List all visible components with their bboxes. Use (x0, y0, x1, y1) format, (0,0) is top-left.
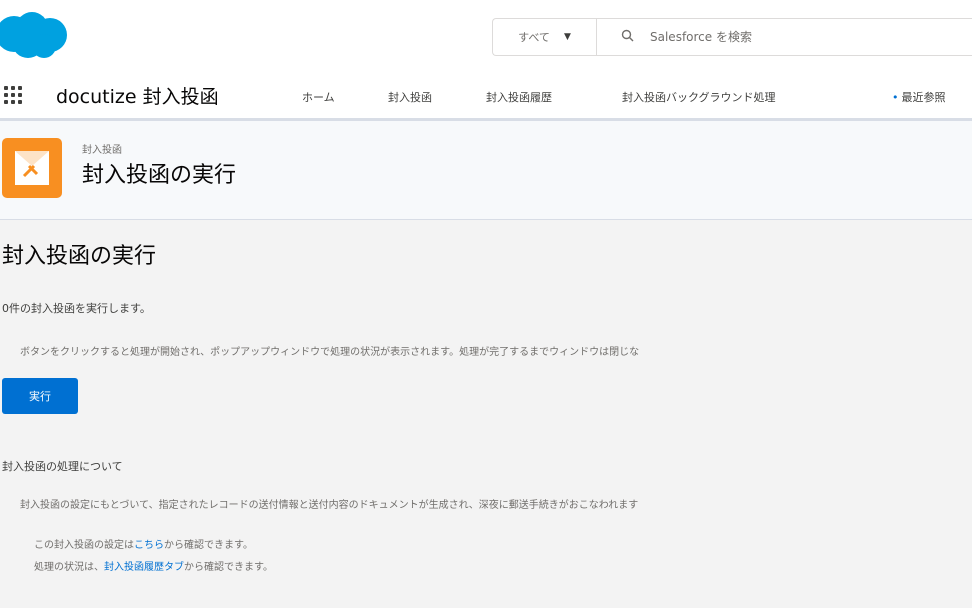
nav-tab-enclosure[interactable]: 封入投函 (388, 89, 432, 105)
about-heading: 封入投函の処理について (2, 460, 123, 473)
object-label: 封入投函 (82, 145, 122, 156)
dot-icon: • (892, 91, 899, 104)
status-note: 処理の状況は、封入投函履歴タブから確認できます。 (34, 558, 273, 573)
about-text: 封入投函の設定にもとづいて、指定されたレコードの送付情報と送付内容のドキュメント… (20, 500, 639, 511)
history-tab-link[interactable]: 封入投函履歴タブ (104, 562, 184, 573)
settings-note-suffix: から確認できます。 (164, 540, 253, 551)
search-scope-dropdown[interactable]: すべて ▼ (492, 18, 596, 56)
nav-tab-home[interactable]: ホーム (302, 89, 335, 105)
nav-tab-enclosure-history[interactable]: 封入投函履歴 (486, 89, 552, 105)
run-button[interactable]: 実行 (2, 378, 78, 414)
search-icon (621, 28, 634, 46)
search-input[interactable] (648, 29, 952, 45)
settings-note-prefix: この封入投函の設定は (34, 540, 134, 551)
page-header: 封入投函 封入投函の実行 (0, 121, 972, 220)
nav-tab-recent-label: 最近参照 (901, 91, 946, 104)
status-note-prefix: 処理の状況は、 (34, 562, 104, 573)
object-icon (2, 138, 62, 198)
record-count-text: 0件の封入投函を実行します。 (2, 302, 151, 315)
status-note-suffix: から確認できます。 (184, 562, 273, 573)
settings-note: この封入投函の設定はこちらから確認できます。 (34, 536, 253, 551)
envelope-tool-icon (15, 151, 49, 185)
chevron-down-icon: ▼ (563, 32, 571, 42)
app-name: docutize 封入投函 (56, 86, 219, 108)
nav-tab-recent[interactable]: • 最近参照 (892, 89, 946, 105)
app-launcher-icon[interactable] (4, 86, 22, 104)
search-scope-label: すべて (518, 31, 550, 44)
app-navigation-bar: docutize 封入投函 ホーム 封入投函 封入投函履歴 封入投函バックグラウ… (0, 72, 972, 121)
settings-link[interactable]: こちら (134, 540, 164, 551)
salesforce-logo-icon[interactable] (0, 8, 72, 60)
instruction-text: ボタンをクリックすると処理が開始され、ポップアップウィンドウで処理の状況が表示さ… (20, 347, 640, 358)
section-heading: 封入投函の実行 (2, 244, 157, 269)
global-search-box[interactable] (596, 18, 972, 56)
global-header: すべて ▼ (0, 0, 972, 72)
main-content: 封入投函の実行 0件の封入投函を実行します。 ボタンをクリックすると処理が開始さ… (0, 220, 972, 608)
nav-tab-background-processing[interactable]: 封入投函バックグラウンド処理 (622, 89, 776, 105)
page-title: 封入投函の実行 (82, 163, 237, 188)
